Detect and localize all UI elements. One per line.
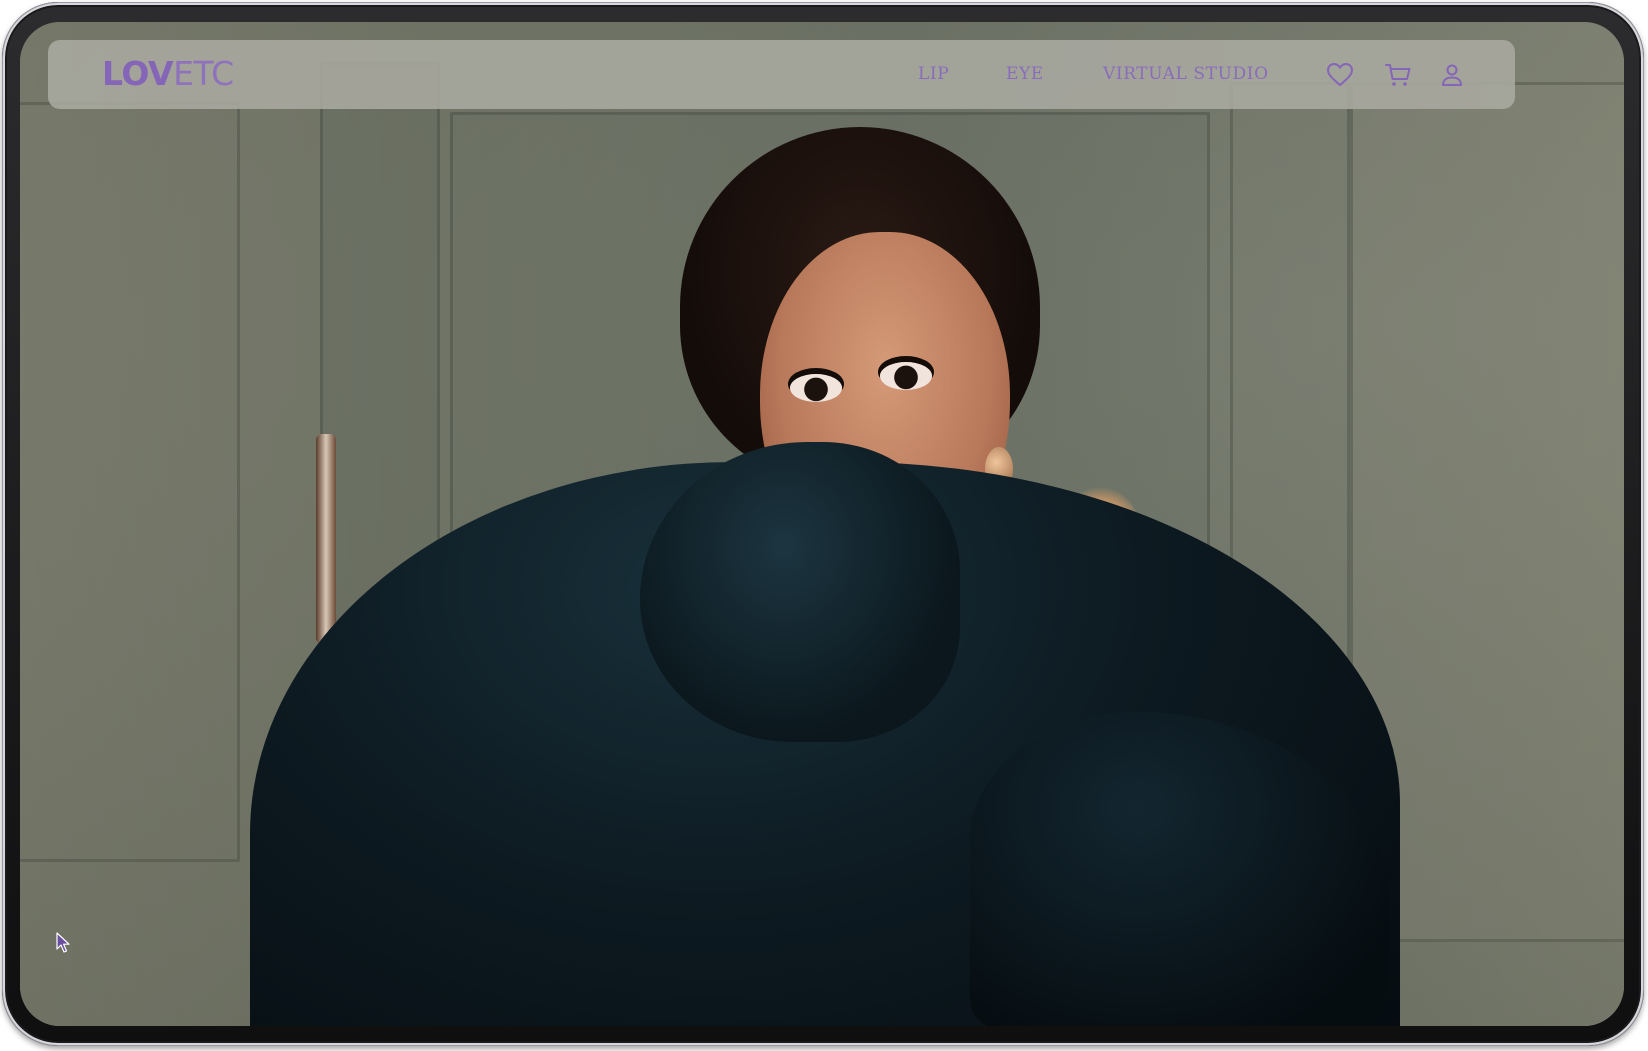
wall-panel — [20, 102, 240, 862]
door-handle — [316, 434, 336, 644]
logo-light-text: ETC — [173, 54, 234, 93]
model-eye — [790, 374, 842, 402]
nav-link-lip[interactable]: LIP — [918, 64, 949, 84]
cart-icon — [1383, 60, 1413, 90]
nav-link-virtual-studio[interactable]: VIRTUAL STUDIO — [1103, 64, 1269, 84]
screen: LOVETC LIP EYE VIRTUAL STUDIO — [20, 22, 1624, 1026]
user-icon — [1437, 60, 1467, 90]
model-eye — [880, 362, 932, 390]
nav-link-eye[interactable]: EYE — [1006, 64, 1044, 84]
heart-icon — [1325, 60, 1355, 90]
tablet-frame: LOVETC LIP EYE VIRTUAL STUDIO — [2, 2, 1644, 1046]
mouse-cursor-icon — [56, 932, 72, 954]
account-button[interactable] — [1437, 60, 1467, 90]
cart-button[interactable] — [1383, 60, 1413, 90]
brand-logo[interactable]: LOVETC — [102, 56, 234, 92]
hero-image — [20, 22, 1624, 1026]
top-navbar: LOVETC LIP EYE VIRTUAL STUDIO — [48, 40, 1515, 109]
wishlist-button[interactable] — [1325, 60, 1355, 90]
logo-bold-text: LOV — [102, 54, 174, 93]
